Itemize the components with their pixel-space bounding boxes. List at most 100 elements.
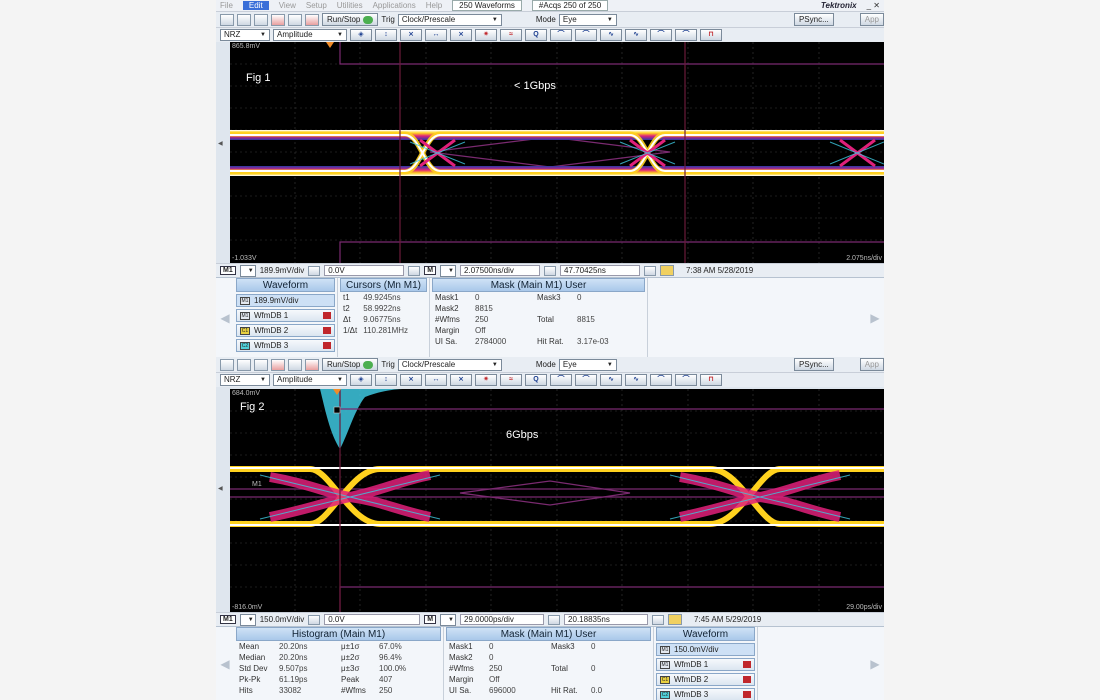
undershoot-icon[interactable]: ∿ <box>625 374 647 386</box>
waveform-item-m1[interactable]: M1 150.0mV/div <box>656 643 755 656</box>
m1-channel-tag[interactable]: M1 <box>220 615 236 624</box>
undershoot-icon[interactable]: ∿ <box>625 29 647 41</box>
chevron-right-icon[interactable]: ▶ <box>866 278 884 357</box>
horizontal-position-field[interactable]: 47.70425ns <box>560 265 641 276</box>
histogram-icon[interactable] <box>271 358 285 371</box>
jitter-measure-icon[interactable]: ⨯ <box>450 374 472 386</box>
chevron-right-icon[interactable]: ▶ <box>866 627 884 700</box>
measurement-type-select[interactable]: Amplitude ▼ <box>273 29 347 41</box>
m1-channel-tag[interactable]: M1 <box>220 266 236 275</box>
encoding-select[interactable]: NRZ ▼ <box>220 29 270 41</box>
timebase-select[interactable]: ▼ <box>440 264 457 277</box>
waveform-item-m1[interactable]: M1 189.9mV/div <box>236 294 335 307</box>
menu-help[interactable]: Help <box>426 1 442 10</box>
rise-time-icon[interactable]: ⌒ <box>550 374 572 386</box>
autoset-icon[interactable] <box>305 358 319 371</box>
keypad-icon[interactable] <box>408 265 421 276</box>
trigger-select[interactable]: Clock/Prescale ▼ <box>397 13 502 26</box>
width-measure-icon[interactable]: ↔ <box>425 29 447 41</box>
menu-view[interactable]: View <box>279 1 296 10</box>
fall-time-icon[interactable]: ⌒ <box>575 29 597 41</box>
encoding-select[interactable]: NRZ ▼ <box>220 374 270 386</box>
measure-icon[interactable] <box>288 13 302 26</box>
level-measure-icon[interactable]: ↕ <box>375 374 397 386</box>
histogram-icon[interactable] <box>271 13 285 26</box>
overshoot-icon[interactable]: ∿ <box>600 29 622 41</box>
crossing-measure-icon[interactable]: ⨯ <box>400 374 422 386</box>
period-icon[interactable]: ⊓ <box>700 374 722 386</box>
keypad-icon[interactable] <box>644 265 657 276</box>
keypad-icon[interactable] <box>308 614 321 625</box>
keypad-icon[interactable] <box>308 265 321 276</box>
waveform-item-wfmdb2[interactable]: C1 WfmDB 2 <box>656 673 755 686</box>
trigger-select[interactable]: Clock/Prescale ▼ <box>397 358 502 371</box>
waveform-item-wfmdb3[interactable]: C2 WfmDB 3 <box>236 339 335 352</box>
q-factor-icon[interactable]: Q <box>525 29 547 41</box>
menu-utilities[interactable]: Utilities <box>337 1 363 10</box>
rise-time-icon[interactable]: ⌒ <box>550 29 572 41</box>
display-icon[interactable] <box>254 13 268 26</box>
measurement-type-select[interactable]: Amplitude ▼ <box>273 374 347 386</box>
eye-measure-icon[interactable]: ◈ <box>350 29 372 41</box>
q-factor-icon[interactable]: Q <box>525 374 547 386</box>
waveform-item-wfmdb1[interactable]: M1 WfmDB 1 <box>656 658 755 671</box>
pulse-icon[interactable]: ⌒ <box>650 374 672 386</box>
duty-cycle-icon[interactable]: ⌒ <box>675 29 697 41</box>
m1-channel-icon: M1 <box>660 645 670 654</box>
channel-select[interactable]: ▼ <box>239 264 256 277</box>
chevron-left-icon[interactable]: ◀ <box>216 627 234 700</box>
keypad-icon[interactable] <box>544 265 557 276</box>
keypad-icon[interactable] <box>548 614 561 625</box>
eye-measure-icon[interactable]: ◈ <box>350 374 372 386</box>
m-timebase-tag[interactable]: M <box>424 615 437 624</box>
print-icon[interactable] <box>220 358 234 371</box>
menu-edit[interactable]: Edit <box>242 1 269 10</box>
offset-field[interactable]: 0.0V <box>324 265 405 276</box>
menu-file[interactable]: File <box>220 1 233 10</box>
mode-select[interactable]: Eye ▼ <box>558 358 617 371</box>
waveform-item-wfmdb1[interactable]: M1 WfmDB 1 <box>236 309 335 322</box>
psync-button[interactable]: PSync... <box>793 13 834 26</box>
m-timebase-tag[interactable]: M <box>424 266 437 275</box>
run-stop-button[interactable]: Run/Stop <box>322 358 379 371</box>
mode-select[interactable]: Eye ▼ <box>558 13 617 26</box>
menu-setup[interactable]: Setup <box>306 1 327 10</box>
save-icon[interactable] <box>237 13 251 26</box>
mask-red-icon[interactable]: ✷ <box>475 374 497 386</box>
app-button[interactable]: App <box>859 13 884 26</box>
display-icon[interactable] <box>254 358 268 371</box>
level-measure-icon[interactable]: ↕ <box>375 29 397 41</box>
waveform-item-wfmdb3[interactable]: C2 WfmDB 3 <box>656 688 755 700</box>
duty-cycle-icon[interactable]: ⌒ <box>675 374 697 386</box>
period-icon[interactable]: ⊓ <box>700 29 722 41</box>
mask-red-icon[interactable]: ✷ <box>475 29 497 41</box>
chevron-left-icon[interactable]: ◀ <box>216 278 234 357</box>
channel-select[interactable]: ▼ <box>239 613 256 626</box>
horizontal-scale-field[interactable]: 2.07500ns/div <box>460 265 541 276</box>
print-icon[interactable] <box>220 13 234 26</box>
keypad-icon[interactable] <box>652 614 665 625</box>
minimize-close-controls[interactable]: _ ✕ <box>867 1 880 10</box>
psync-button[interactable]: PSync... <box>793 358 834 371</box>
horizontal-scale-field[interactable]: 29.0000ps/div <box>460 614 545 625</box>
measure-icon[interactable] <box>288 358 302 371</box>
fall-time-icon[interactable]: ⌒ <box>575 374 597 386</box>
save-icon[interactable] <box>237 358 251 371</box>
crossing-measure-icon[interactable]: ⨯ <box>400 29 422 41</box>
width-measure-icon[interactable]: ↔ <box>425 374 447 386</box>
pulse-icon[interactable]: ⌒ <box>650 29 672 41</box>
overshoot-icon[interactable]: ∿ <box>600 374 622 386</box>
run-stop-button[interactable]: Run/Stop <box>322 13 379 26</box>
mask-edit-icon[interactable]: ≈ <box>500 29 522 41</box>
jitter-measure-icon[interactable]: ⨯ <box>450 29 472 41</box>
autoset-icon[interactable] <box>305 13 319 26</box>
mask-edit-icon[interactable]: ≈ <box>500 374 522 386</box>
horizontal-position-field[interactable]: 20.18835ns <box>564 614 649 625</box>
app-button[interactable]: App <box>859 358 884 371</box>
offset-field[interactable]: 0.0V <box>324 614 421 625</box>
menu-applications[interactable]: Applications <box>373 1 416 10</box>
timebase-select[interactable]: ▼ <box>440 613 457 626</box>
waveform-item-wfmdb2[interactable]: C1 WfmDB 2 <box>236 324 335 337</box>
vertical-scale-value[interactable]: 189.9mV/div <box>260 266 304 275</box>
vertical-scale-value[interactable]: 150.0mV/div <box>260 615 304 624</box>
